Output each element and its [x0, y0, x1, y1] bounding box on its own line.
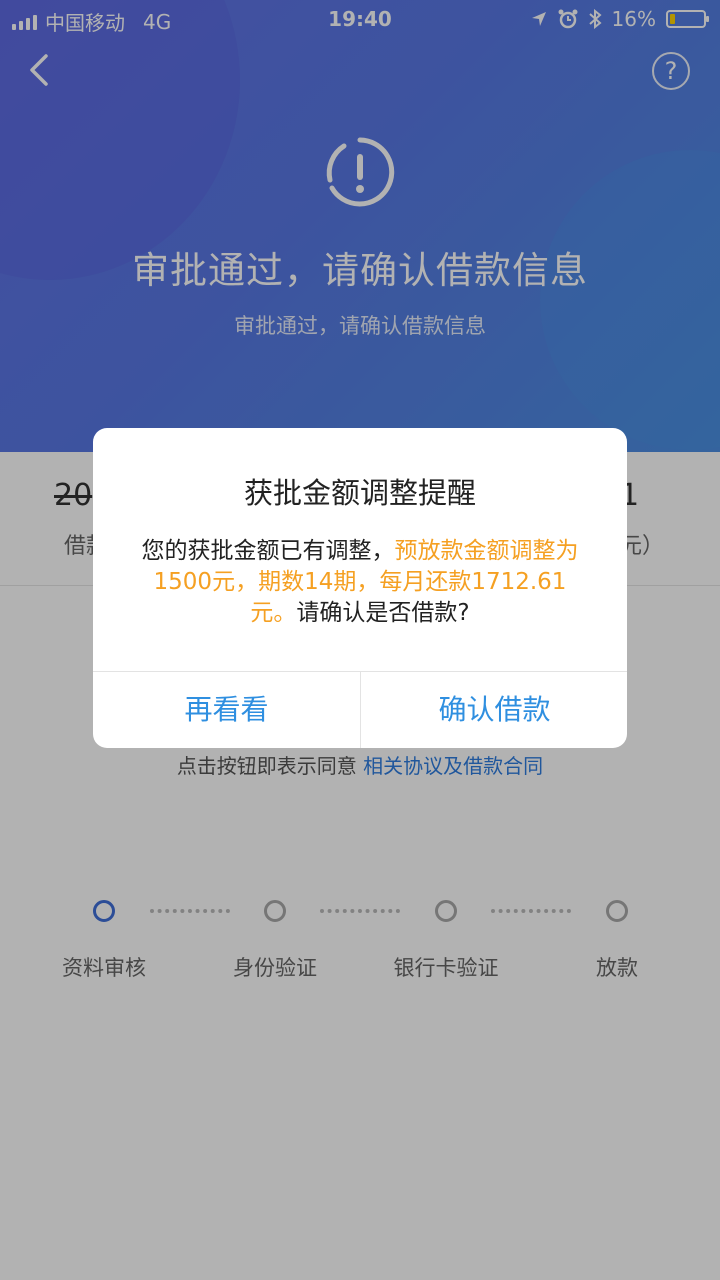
dialog-message-suffix: 请确认是否借款? [296, 600, 470, 626]
amount-adjust-dialog: 获批金额调整提醒 您的获批金额已有调整，预放款金额调整为1500元，期数14期，… [93, 428, 627, 748]
cancel-button[interactable]: 再看看 [93, 672, 360, 748]
dialog-message: 您的获批金额已有调整，预放款金额调整为1500元，期数14期，每月还款1712.… [133, 536, 587, 629]
confirm-loan-button[interactable]: 确认借款 [361, 672, 627, 748]
dialog-message-prefix: 您的获批金额已有调整， [141, 538, 395, 564]
dialog-title: 获批金额调整提醒 [243, 476, 476, 510]
